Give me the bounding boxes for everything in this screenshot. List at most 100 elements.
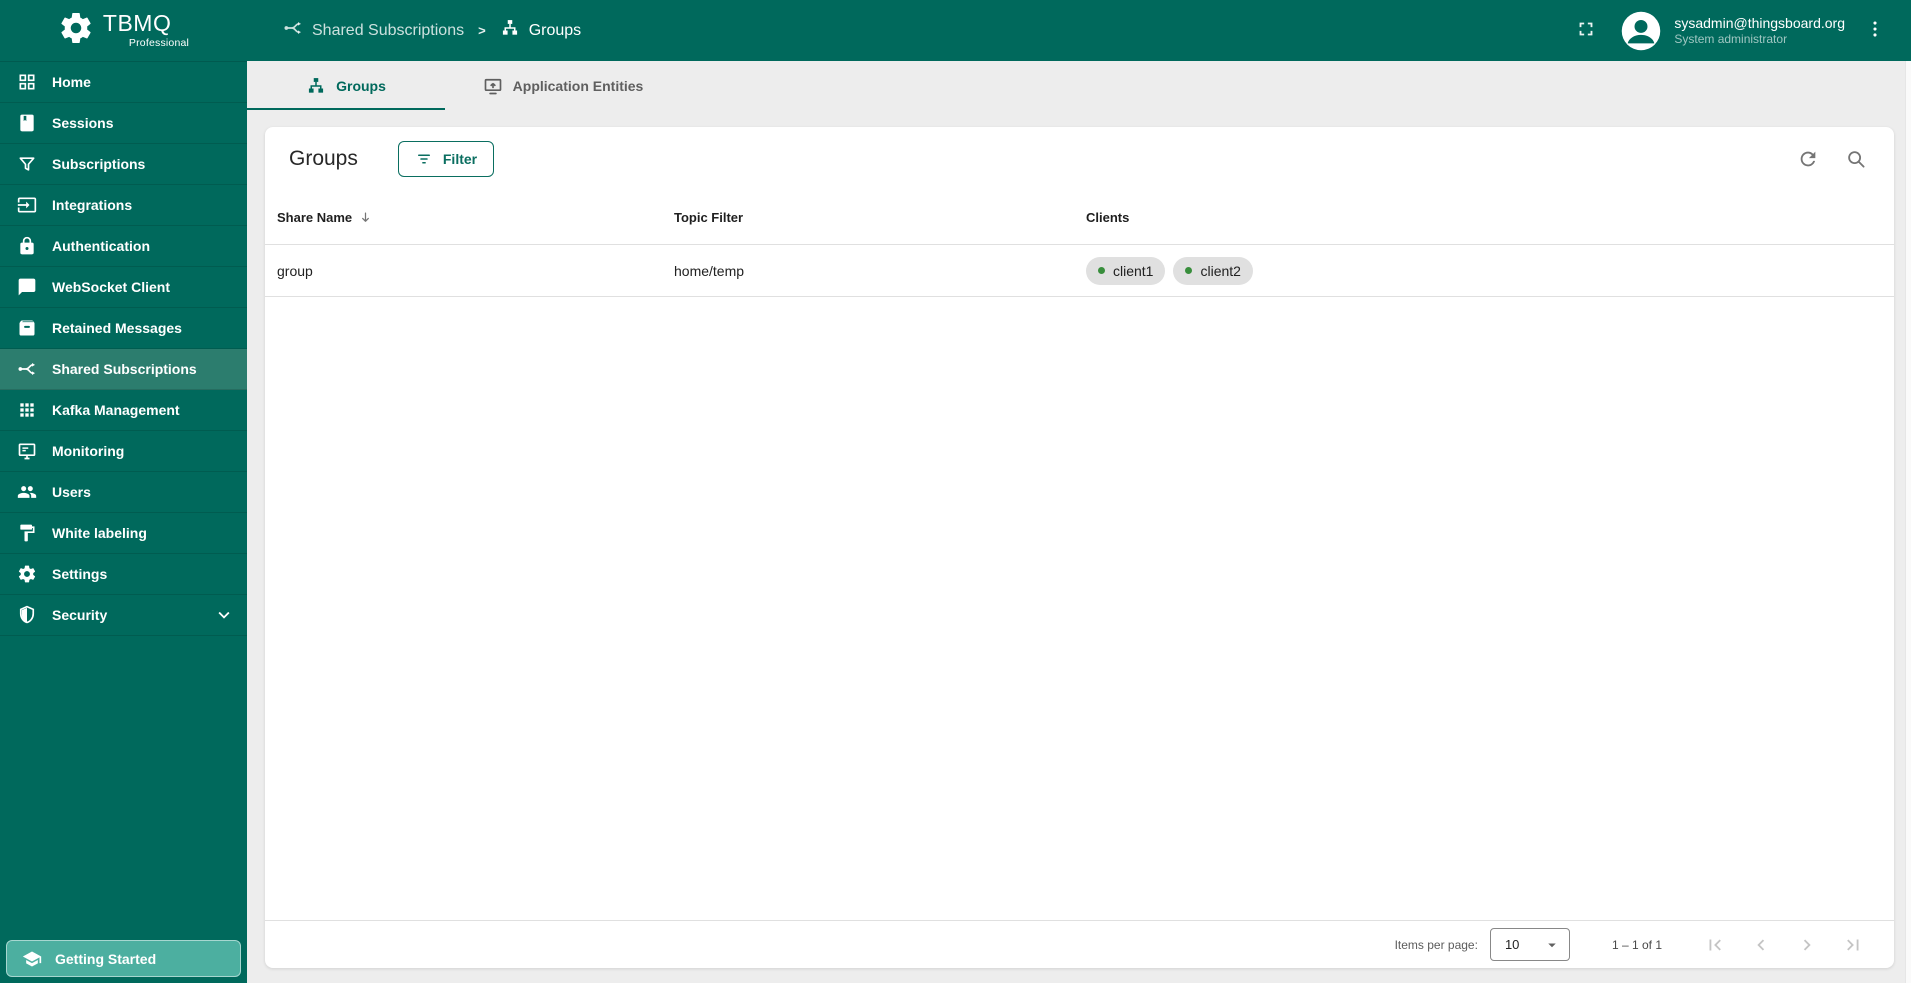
sidebar-item-websocket-client[interactable]: WebSocket Client xyxy=(0,267,247,308)
chevron-right-icon xyxy=(1796,934,1818,956)
column-label: Topic Filter xyxy=(674,209,744,225)
paint-roller-icon xyxy=(17,523,37,543)
tab-bar: Groups Application Entities xyxy=(247,61,1911,110)
refresh-icon xyxy=(1797,148,1819,170)
sidebar-item-white-labeling[interactable]: White labeling xyxy=(0,513,247,554)
last-page-icon xyxy=(1842,934,1864,956)
client-chip[interactable]: client1 xyxy=(1086,256,1166,285)
tbmq-gear-logo-icon xyxy=(58,10,94,51)
column-label: Share Name xyxy=(277,209,353,225)
sidebar-item-label: Retained Messages xyxy=(52,320,182,336)
breadcrumb-groups[interactable]: Groups xyxy=(500,18,581,43)
fullscreen-button[interactable] xyxy=(1566,11,1606,51)
sidebar-item-integrations[interactable]: Integrations xyxy=(0,185,247,226)
next-page-button[interactable] xyxy=(1784,923,1830,967)
user-email: sysadmin@thingsboard.org xyxy=(1674,14,1845,31)
sidebar-item-label: Monitoring xyxy=(52,443,125,459)
previous-page-button[interactable] xyxy=(1738,923,1784,967)
sidebar-item-security[interactable]: Security xyxy=(0,595,247,636)
first-page-button[interactable] xyxy=(1692,923,1738,967)
sort-arrow-down-icon xyxy=(358,210,373,225)
getting-started-button[interactable]: Getting Started xyxy=(6,940,241,977)
logo-title: TBMQ xyxy=(102,10,172,36)
sidebar-item-label: Subscriptions xyxy=(52,156,146,172)
sidebar-item-monitoring[interactable]: Monitoring xyxy=(0,431,247,472)
sidebar-item-users[interactable]: Users xyxy=(0,472,247,513)
page-size-select[interactable]: 10 xyxy=(1489,928,1570,961)
sidebar-item-sessions[interactable]: Sessions xyxy=(0,103,247,144)
filter-funnel-icon xyxy=(17,154,37,174)
filter-button-label: Filter xyxy=(442,150,478,167)
archive-icon xyxy=(17,318,37,338)
table-row[interactable]: group home/temp client1 client2 xyxy=(265,245,1894,297)
page-range-label: 1 – 1 of 1 xyxy=(1611,937,1662,952)
page-title: Groups xyxy=(289,146,358,170)
search-button[interactable] xyxy=(1836,139,1876,179)
sidebar-item-label: Security xyxy=(52,607,108,623)
sidebar-item-retained-messages[interactable]: Retained Messages xyxy=(0,308,247,349)
sidebar-item-authentication[interactable]: Authentication xyxy=(0,226,247,267)
tab-groups[interactable]: Groups xyxy=(247,61,445,110)
last-page-button[interactable] xyxy=(1830,923,1876,967)
client-chip[interactable]: client2 xyxy=(1173,256,1253,285)
select-caret-icon xyxy=(1543,936,1561,954)
column-header-clients[interactable]: Clients xyxy=(1074,210,1894,225)
getting-started-label: Getting Started xyxy=(55,950,157,967)
breadcrumb-shared-subscriptions[interactable]: Shared Subscriptions xyxy=(283,18,464,43)
column-header-topic-filter[interactable]: Topic Filter xyxy=(662,210,1074,225)
tab-application-entities[interactable]: Application Entities xyxy=(445,61,681,110)
filter-list-icon xyxy=(415,150,433,168)
content-area: Groups Application Entities Groups Filte… xyxy=(247,61,1911,983)
chevron-down-icon xyxy=(213,604,235,626)
table-empty-space xyxy=(265,297,1894,920)
mediation-icon xyxy=(283,18,303,43)
client-chip-label: client2 xyxy=(1200,262,1241,279)
sidebar-item-label: Integrations xyxy=(52,197,133,213)
paginator: Items per page: 10 1 – 1 of 1 xyxy=(265,920,1894,968)
sidebar-item-label: WebSocket Client xyxy=(52,279,170,295)
client-status-dot xyxy=(1185,267,1193,274)
sidebar-item-label: Home xyxy=(52,74,91,90)
application-monitor-icon xyxy=(483,76,503,96)
lan-icon xyxy=(306,76,326,96)
first-page-icon xyxy=(1704,934,1726,956)
user-info[interactable]: sysadmin@thingsboard.org System administ… xyxy=(1674,14,1845,48)
sidebar-item-label: Settings xyxy=(52,566,108,582)
fullscreen-icon xyxy=(1575,18,1597,43)
school-icon xyxy=(22,949,42,969)
sidebar-item-label: Kafka Management xyxy=(52,402,180,418)
groups-card: Groups Filter Share Name Topic Filter Cl… xyxy=(265,127,1894,968)
filter-button[interactable]: Filter xyxy=(397,140,495,177)
shield-icon xyxy=(17,605,37,625)
apps-grid-icon xyxy=(17,400,37,420)
mediation-icon xyxy=(17,359,37,379)
search-icon xyxy=(1845,148,1867,170)
cell-topic-filter: home/temp xyxy=(674,262,745,279)
column-header-share-name[interactable]: Share Name xyxy=(265,210,662,225)
breadcrumb: Shared Subscriptions > Groups xyxy=(283,18,581,43)
refresh-button[interactable] xyxy=(1788,139,1828,179)
chat-icon xyxy=(17,277,37,297)
book-icon xyxy=(17,113,37,133)
breadcrumb-label: Groups xyxy=(528,21,582,39)
app-logo[interactable]: TBMQ Professional xyxy=(0,10,247,51)
sidebar-item-subscriptions[interactable]: Subscriptions xyxy=(0,144,247,185)
input-icon xyxy=(17,195,37,215)
cell-clients: client1 client2 xyxy=(1074,256,1894,285)
lan-icon xyxy=(500,18,520,43)
sidebar-item-label: Sessions xyxy=(52,115,114,131)
sidebar-item-shared-subscriptions[interactable]: Shared Subscriptions xyxy=(0,349,247,390)
more-vert-icon xyxy=(1864,18,1886,43)
user-avatar[interactable] xyxy=(1620,10,1662,52)
table-header-row: Share Name Topic Filter Clients xyxy=(265,190,1894,245)
scrollbar-track[interactable] xyxy=(1905,61,1911,983)
sidebar: Home Sessions Subscriptions Integrations… xyxy=(0,61,247,983)
sidebar-item-settings[interactable]: Settings xyxy=(0,554,247,595)
sidebar-item-home[interactable]: Home xyxy=(0,62,247,103)
page-size-value: 10 xyxy=(1504,937,1520,952)
tab-label: Groups xyxy=(336,77,386,94)
tab-label: Application Entities xyxy=(512,77,644,94)
client-status-dot xyxy=(1098,267,1105,274)
user-menu-button[interactable] xyxy=(1855,11,1895,51)
sidebar-item-kafka-management[interactable]: Kafka Management xyxy=(0,390,247,431)
